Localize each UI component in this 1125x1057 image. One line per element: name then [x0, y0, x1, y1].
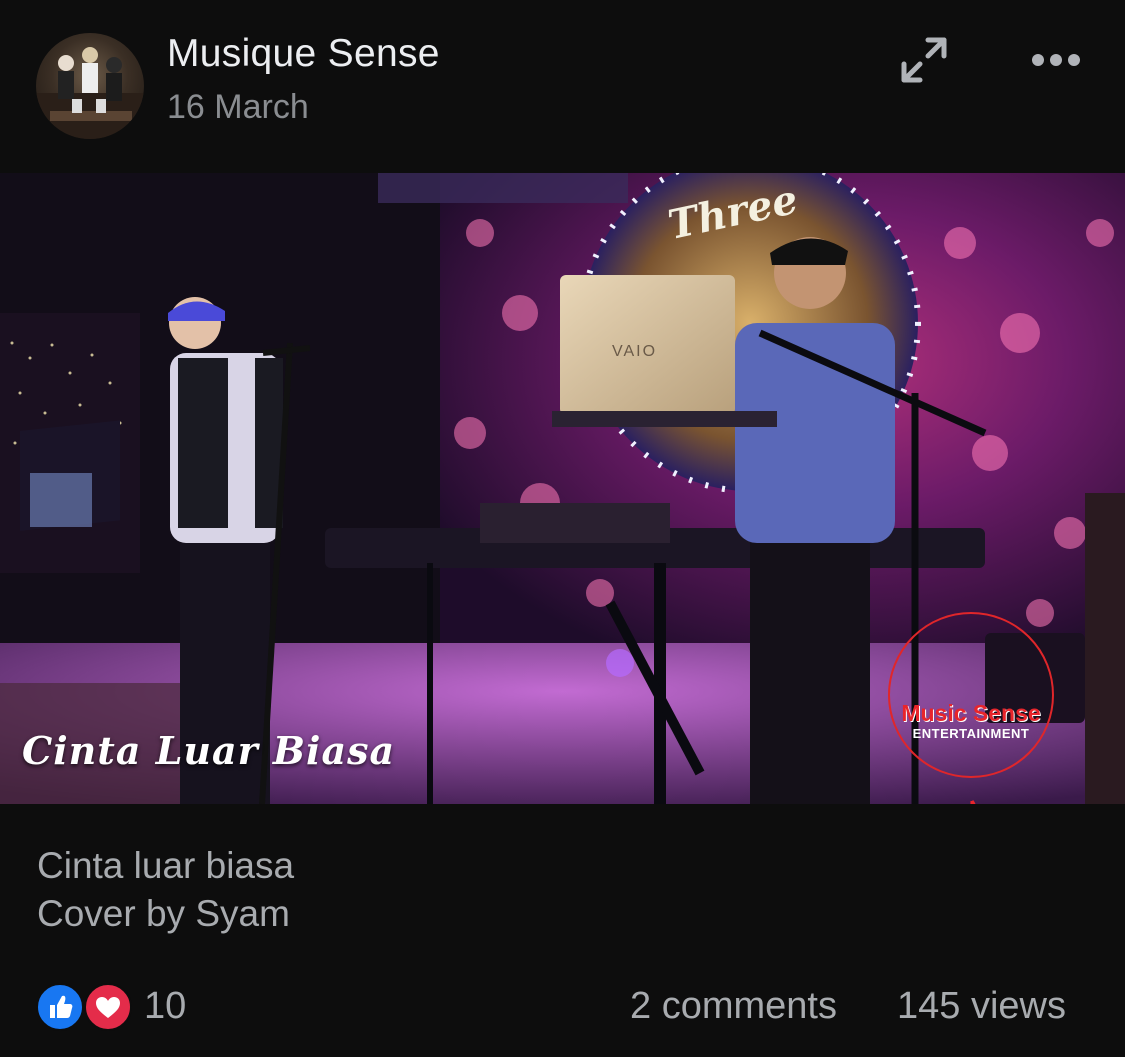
video-overlay-title: Cinta Luar Biasa — [22, 728, 396, 773]
laptop-brand: VAIO — [612, 343, 657, 360]
love-reaction-icon — [84, 983, 132, 1031]
logo-line-1: Music Sense — [901, 700, 1041, 726]
post-header: Musique Sense 16 March — [0, 0, 1125, 172]
page-avatar[interactable] — [36, 33, 144, 139]
comments-count[interactable]: 2 comments — [630, 985, 837, 1028]
more-dots-icon[interactable] — [1028, 40, 1084, 80]
post-caption: Cinta luar biasa Cover by Syam — [37, 842, 294, 938]
like-reaction-icon — [36, 983, 84, 1031]
views-count: 145 views — [897, 985, 1066, 1027]
page-name[interactable]: Musique Sense — [167, 32, 440, 76]
reaction-count[interactable]: 10 — [144, 985, 186, 1028]
caption-line-1: Cinta luar biasa — [37, 845, 295, 886]
post-date[interactable]: 16 March — [167, 88, 309, 127]
expand-icon[interactable] — [898, 34, 950, 86]
logo-line-2: ENTERTAINMENT — [912, 726, 1030, 741]
treble-clef-icon — [950, 797, 990, 804]
music-sense-logo — [888, 612, 1054, 778]
caption-line-2: Cover by Syam — [37, 893, 290, 934]
